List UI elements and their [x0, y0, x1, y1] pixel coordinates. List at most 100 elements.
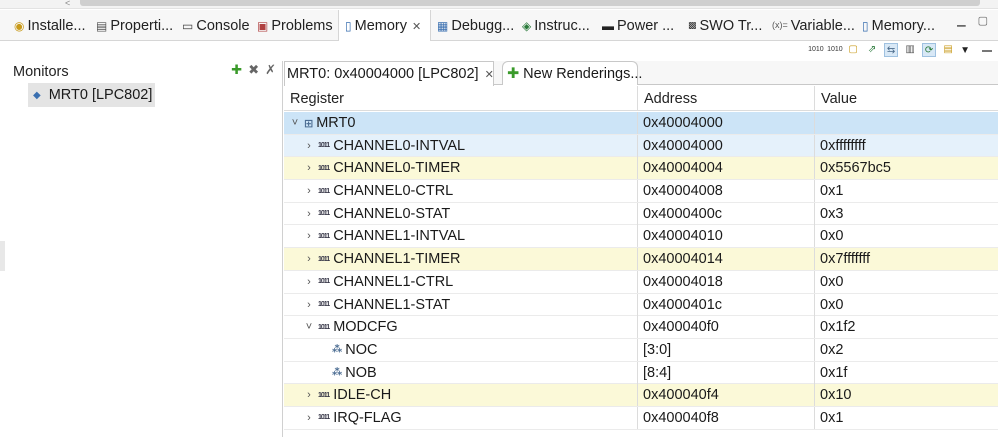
chevron-right-icon[interactable]: › — [302, 253, 316, 265]
monitor-item[interactable]: ◆ MRT0 [LPC802] — [28, 83, 155, 107]
tab-memory[interactable]: ▯ Memory ✕ — [338, 10, 431, 42]
chevron-right-icon[interactable]: › — [302, 185, 316, 197]
field-icon: ⁂ — [332, 367, 342, 379]
remove-monitor-icon[interactable]: ✖ — [248, 62, 259, 78]
value-cell[interactable]: 0x1f2 — [815, 316, 998, 338]
register-name: IDLE-CH — [333, 387, 392, 404]
maximize-icon[interactable]: ▢ — [978, 14, 988, 27]
chevron-right-icon[interactable]: › — [302, 140, 316, 152]
tab-new-renderings[interactable]: ✚ New Renderings... — [502, 61, 642, 85]
table-row[interactable]: ˅ 1011 MODCFG 0x400040f0 0x1f2 — [284, 316, 998, 339]
chevron-down-icon[interactable]: ˅ — [288, 117, 302, 129]
table-row[interactable]: ⁂ NOB [8:4] 0x1f — [284, 361, 998, 385]
table-row[interactable]: › 1011 IDLE-CH 0x400040f4 0x10 — [284, 384, 998, 407]
address-cell: 0x40004000 — [638, 112, 815, 134]
tab-variables[interactable]: (x)= Variable... — [766, 10, 856, 41]
table-row[interactable]: › 1011 IRQ-FLAG 0x400040f8 0x1 — [284, 406, 998, 430]
field-icon: ⁂ — [332, 344, 342, 356]
refresh-icon[interactable]: ⟳ — [922, 43, 937, 57]
value-cell[interactable]: 0x1f — [815, 362, 998, 384]
add-monitor-icon[interactable]: ✚ — [231, 62, 242, 78]
horizontal-scrollbar[interactable]: < — [0, 0, 998, 9]
value-cell[interactable]: 0x3 — [815, 203, 998, 225]
register-name-cell: ˅ ⊞ MRT0 — [284, 112, 638, 134]
column-header-address[interactable]: Address — [638, 86, 815, 111]
register-name: CHANNEL1-STAT — [333, 296, 451, 313]
table-row[interactable]: › 1011 CHANNEL1-STAT 0x4000401c 0x0 — [284, 293, 998, 317]
minimize-icon[interactable]: ▁ — [957, 14, 965, 27]
table-row[interactable]: › 1011 CHANNEL1-CTRL 0x40004018 0x0 — [284, 270, 998, 294]
value-cell[interactable]: 0x0 — [815, 225, 998, 247]
close-icon[interactable]: ✕ — [485, 68, 494, 81]
installed-icon: ◉ — [14, 18, 25, 33]
value-cell[interactable]: 0x0 — [815, 271, 998, 293]
value-cell[interactable]: 0x10 — [815, 384, 998, 406]
toolbar-icons: 1010 1010 ▢ ⇗ ⇆ ▥ ⟳ ▤ ▼ — [808, 43, 970, 57]
tab-power[interactable]: ▬ Power ... — [596, 10, 682, 41]
column-header-register[interactable]: Register — [284, 86, 638, 111]
side-splitter[interactable] — [0, 241, 5, 271]
value-cell[interactable]: 0x5567bc5 — [815, 157, 998, 179]
register-icon: 1011 — [318, 210, 330, 218]
table-row[interactable]: ⁂ NOC [3:0] 0x2 — [284, 338, 998, 362]
tab-installed[interactable]: ◉ Installe... — [8, 10, 90, 41]
register-name-cell: › 1011 IDLE-CH — [284, 384, 638, 407]
close-icon[interactable]: ✕ — [412, 20, 421, 33]
monitor-actions: ✚ ✖ ✗ — [231, 62, 276, 78]
layout-icon[interactable]: ▤ — [941, 43, 955, 57]
chevron-right-icon[interactable]: › — [302, 162, 316, 174]
register-name: CHANNEL0-TIMER — [333, 160, 461, 177]
scrollbar-thumb[interactable] — [80, 0, 980, 6]
tab-problems[interactable]: ▣ Problems — [251, 10, 339, 41]
address-cell: 0x400040f4 — [638, 384, 815, 407]
chevron-right-icon[interactable]: › — [302, 389, 316, 401]
columns-icon[interactable]: ▥ — [903, 43, 917, 57]
table-row[interactable]: › 1011 CHANNEL1-INTVAL 0x40004010 0x0 — [284, 225, 998, 249]
column-header-value[interactable]: Value — [815, 86, 998, 111]
value-cell[interactable]: 0x1 — [815, 180, 998, 202]
table-row[interactable]: › 1011 CHANNEL0-CTRL 0x40004008 0x1 — [284, 180, 998, 203]
tab-debugger[interactable]: ▦ Debugg... — [431, 10, 519, 41]
tab-console[interactable]: ▭ Console — [176, 10, 258, 41]
register-icon: 1011 — [318, 187, 330, 195]
register-icon: 1011 — [318, 414, 330, 422]
table-row[interactable]: ˅ ⊞ MRT0 0x40004000 — [284, 112, 998, 135]
chevron-right-icon[interactable]: › — [302, 208, 316, 220]
table-row[interactable]: › 1011 CHANNEL1-TIMER 0x40004014 0x7fffffff — [284, 248, 998, 271]
chevron-right-icon[interactable]: › — [302, 276, 316, 288]
tab-memory-2[interactable]: ▯ Memory... — [856, 10, 946, 41]
view-menu-icon[interactable]: ▼ — [960, 45, 970, 56]
new-file-icon[interactable]: ▢ — [846, 43, 860, 57]
register-name: CHANNEL1-TIMER — [333, 251, 461, 268]
table-row[interactable]: › 1011 CHANNEL0-INTVAL 0x40004000 0xffffffff — [284, 134, 998, 158]
chevron-down-icon[interactable]: ˅ — [302, 321, 316, 333]
link-icon[interactable]: ⇆ — [884, 43, 899, 57]
tab-properties[interactable]: ▤ Properti... — [90, 10, 178, 41]
value-cell[interactable]: 0x7fffffff — [815, 248, 998, 270]
binary-toggle-2-icon[interactable]: 1010 — [827, 43, 843, 57]
address-cell: 0x40004000 — [638, 134, 815, 157]
remove-all-monitors-icon[interactable]: ✗ — [265, 62, 276, 78]
scroll-left-arrow-icon[interactable]: < — [65, 0, 70, 8]
table-row[interactable]: › 1011 CHANNEL0-STAT 0x4000400c 0x3 — [284, 202, 998, 226]
tab-instruction[interactable]: ◈ Instruc... — [516, 10, 596, 41]
address-cell: 0x4000401c — [638, 293, 815, 316]
value-cell[interactable]: 0x0 — [815, 294, 998, 316]
tab-swo-trace[interactable]: ▩ SWO Tr... — [682, 10, 770, 41]
register-name-cell: ⁂ NOC — [284, 338, 638, 361]
chevron-right-icon[interactable]: › — [302, 230, 316, 242]
value-cell[interactable]: 0x1 — [815, 407, 998, 429]
variables-icon: (x)= — [772, 20, 788, 30]
value-cell[interactable] — [815, 112, 998, 134]
table-row[interactable]: › 1011 CHANNEL0-TIMER 0x40004004 0x5567bc5 — [284, 157, 998, 181]
address-cell: 0x40004008 — [638, 180, 815, 203]
chevron-right-icon[interactable]: › — [302, 299, 316, 311]
tab-rendering-mrt0[interactable]: MRT0: 0x40004000 [LPC802] ✕ — [284, 61, 494, 86]
value-cell[interactable]: 0x2 — [815, 339, 998, 361]
export-icon[interactable]: ⇗ — [865, 43, 879, 57]
binary-toggle-icon[interactable]: 1010 — [808, 43, 824, 57]
value-cell[interactable]: 0xffffffff — [815, 135, 998, 157]
chevron-right-icon[interactable]: › — [302, 412, 316, 424]
minimize-view-icon[interactable] — [982, 50, 992, 52]
register-name: CHANNEL1-INTVAL — [333, 228, 466, 245]
